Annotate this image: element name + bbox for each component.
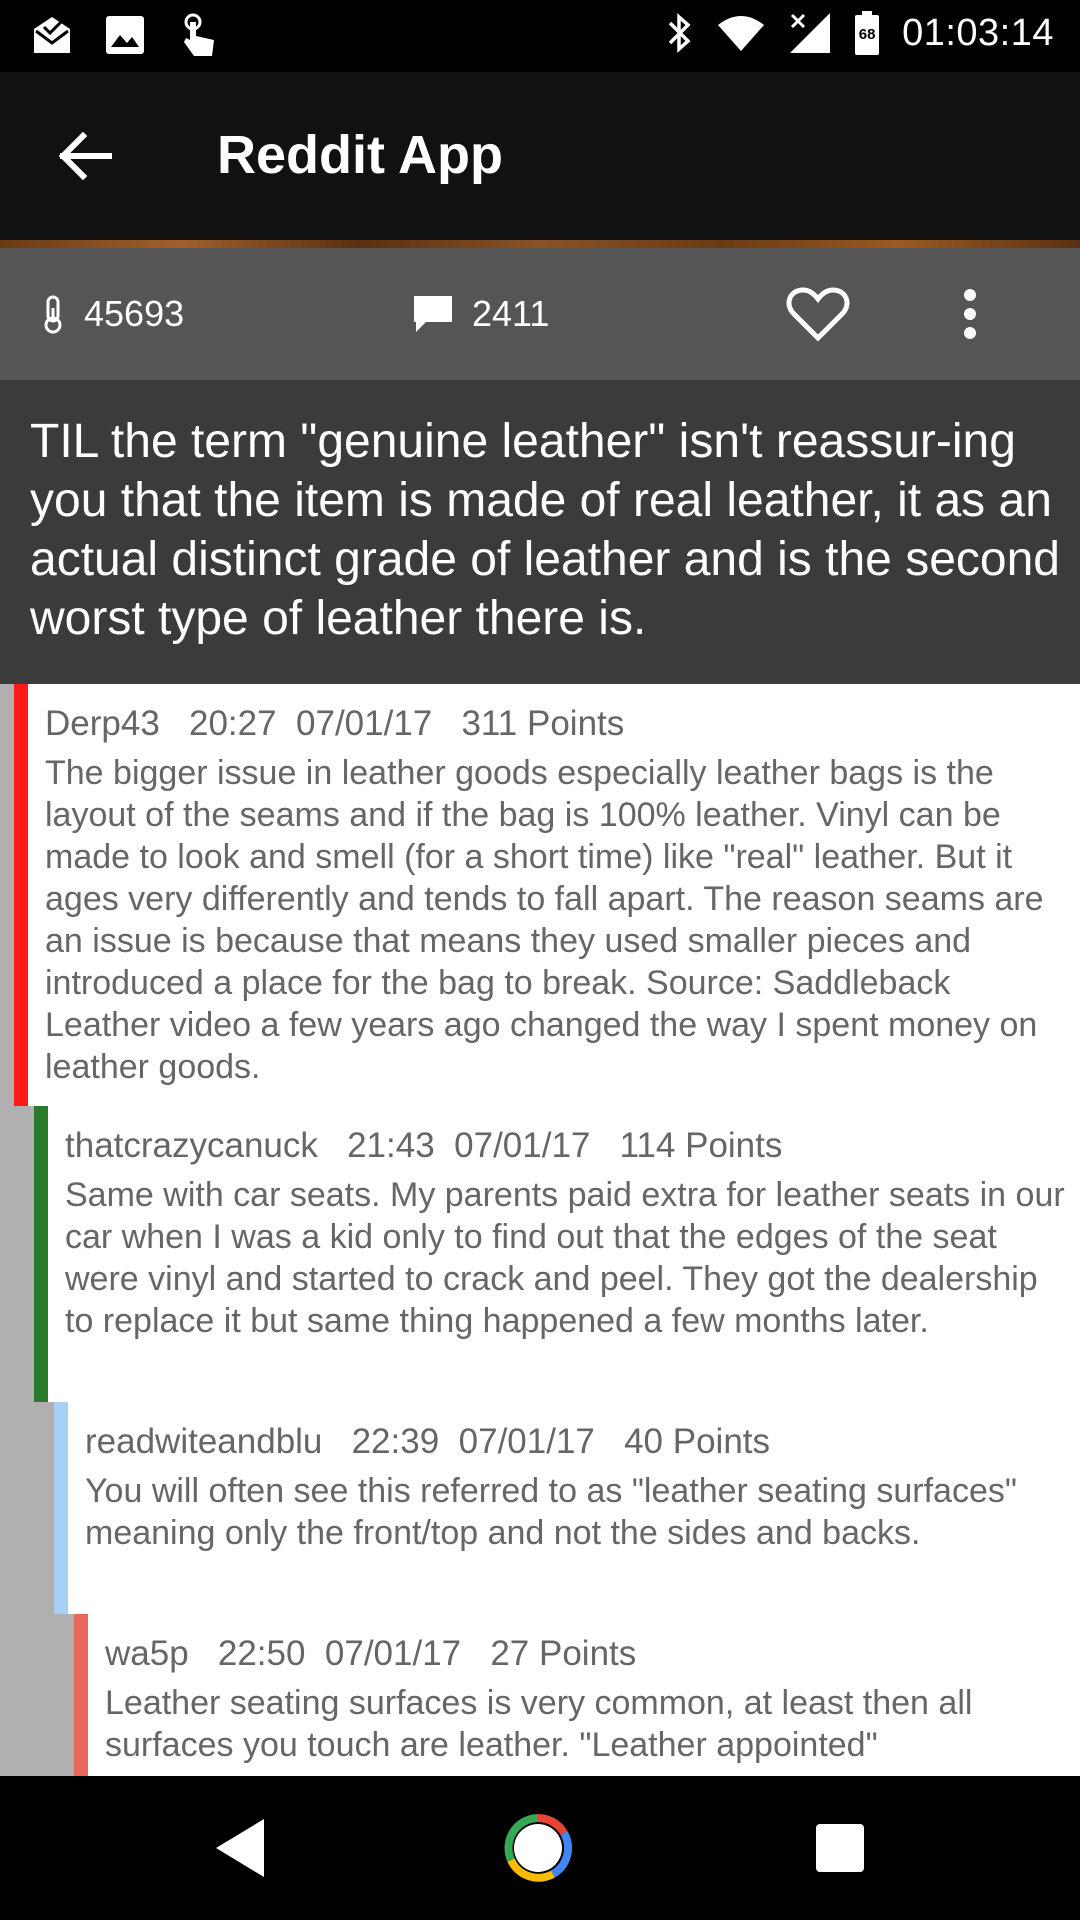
depth-indicator — [74, 1614, 88, 1776]
comment-author: Derp43 — [45, 704, 160, 743]
depth-gutter — [14, 1106, 34, 1776]
arrow-left-icon — [57, 132, 113, 180]
home-circle-icon — [503, 1813, 573, 1883]
comment-time: 20:27 — [188, 704, 277, 743]
comment[interactable]: thatcrazycanuck 21:43 07/01/17 114 Point… — [34, 1106, 1080, 1402]
more-options-button[interactable] — [958, 248, 1000, 380]
wifi-icon — [716, 13, 766, 53]
depth-gutter — [34, 1402, 54, 1776]
nav-back-button[interactable] — [180, 1776, 300, 1920]
comment-points: 114 Points — [619, 1126, 783, 1165]
mail-check-icon — [30, 13, 74, 57]
nav-recents-button[interactable] — [780, 1776, 900, 1920]
comment-body: You will often see this referred to as "… — [85, 1472, 1017, 1552]
depth-gutter — [0, 684, 14, 1776]
comment-date: 07/01/17 — [454, 1126, 591, 1165]
post-title: TIL the term "genuine leather" isn't rea… — [30, 415, 1060, 645]
comment-date: 07/01/17 — [458, 1422, 595, 1461]
score-value: 45693 — [84, 293, 185, 334]
comment-icon — [412, 294, 454, 334]
score-stat: 45693 — [40, 248, 184, 380]
touch-icon — [176, 12, 220, 58]
comment-meta: readwiteandblu 22:39 07/01/17 40 Points — [85, 1422, 770, 1462]
battery-level: 68 — [858, 26, 876, 43]
comment-time: 21:43 — [347, 1126, 435, 1165]
thermometer-icon — [40, 294, 66, 334]
app-title: Reddit App — [217, 125, 503, 185]
comment[interactable]: Derp43 20:27 07/01/17 311 Points The big… — [14, 684, 1080, 1106]
comments-stat[interactable]: 2411 — [412, 248, 549, 380]
comment-date: 07/01/17 — [296, 704, 433, 743]
comment[interactable]: readwiteandblu 22:39 07/01/17 40 Points … — [54, 1402, 1080, 1614]
system-nav-bar — [0, 1776, 1080, 1920]
status-bar: 68 01:03:14 — [0, 0, 1080, 72]
depth-indicator — [54, 1402, 68, 1614]
post-stats-bar: 45693 2411 — [0, 248, 1080, 380]
comment-points: 40 Points — [624, 1422, 771, 1461]
depth-indicator — [34, 1106, 48, 1402]
comment-thread: Derp43 20:27 07/01/17 311 Points The big… — [0, 684, 1080, 1776]
recents-square-icon — [815, 1823, 865, 1873]
post-image-strip — [0, 240, 1080, 248]
comment-points: 27 Points — [490, 1634, 637, 1673]
back-button[interactable] — [50, 124, 120, 188]
comment-points: 311 Points — [461, 704, 625, 743]
comment-time: 22:50 — [217, 1634, 306, 1673]
heart-icon — [786, 286, 850, 342]
comment[interactable]: wa5p 22:50 07/01/17 27 Points Leather se… — [74, 1614, 1080, 1776]
depth-gutter — [54, 1614, 74, 1776]
comment-time: 22:39 — [351, 1422, 440, 1461]
comment-meta: Derp43 20:27 07/01/17 311 Points — [45, 704, 624, 744]
bluetooth-icon — [666, 11, 694, 55]
comment-date: 07/01/17 — [324, 1634, 462, 1673]
image-icon — [104, 14, 146, 56]
comment-author: readwiteandblu — [85, 1422, 323, 1461]
more-vertical-icon — [958, 288, 982, 340]
comment-meta: wa5p 22:50 07/01/17 27 Points — [105, 1634, 636, 1674]
post-title-section: TIL the term "genuine leather" isn't rea… — [0, 380, 1080, 684]
status-time: 01:03:14 — [902, 11, 1054, 54]
favorite-button[interactable] — [786, 248, 868, 380]
depth-indicator — [14, 684, 28, 1106]
nav-home-button[interactable] — [478, 1776, 598, 1920]
battery-icon: 68 — [854, 10, 880, 56]
comment-author: wa5p — [105, 1634, 189, 1673]
comment-author: thatcrazycanuck — [65, 1126, 318, 1165]
comment-body: Same with car seats. My parents paid ext… — [65, 1176, 1065, 1340]
comment-meta: thatcrazycanuck 21:43 07/01/17 114 Point… — [65, 1126, 782, 1166]
app-bar: Reddit App — [0, 72, 1080, 240]
signal-off-icon — [788, 11, 832, 55]
comment-body: The bigger issue in leather goods especi… — [45, 754, 1044, 1086]
comment-body: Leather seating surfaces is very common,… — [105, 1684, 973, 1764]
back-triangle-icon — [212, 1817, 268, 1879]
comment-count: 2411 — [472, 293, 550, 334]
